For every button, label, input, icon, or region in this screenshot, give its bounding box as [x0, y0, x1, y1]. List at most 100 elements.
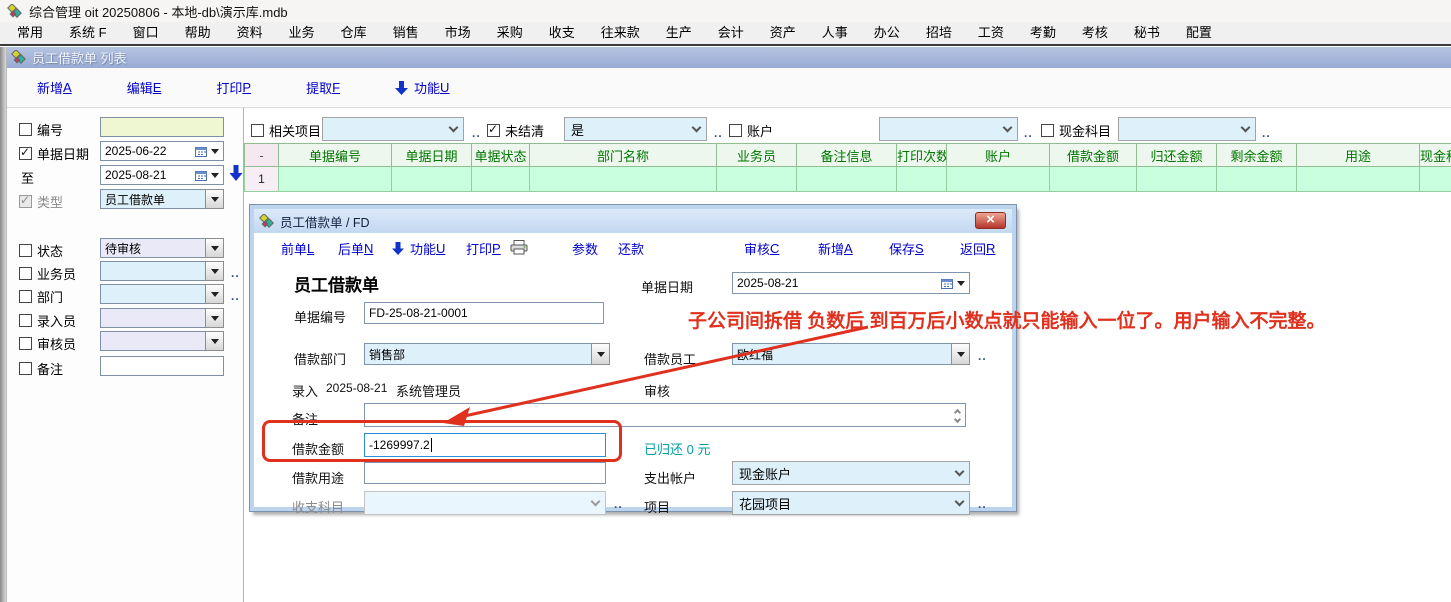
back-button[interactable]: 返回R — [960, 239, 995, 258]
row-number-cell[interactable]: 1 — [245, 167, 279, 192]
related-project-more-button[interactable]: .. — [472, 126, 481, 140]
status-select[interactable]: 待审核 — [100, 238, 206, 258]
borrow-emp-more-button[interactable]: .. — [978, 349, 987, 363]
menu-item[interactable]: 办公 — [861, 22, 913, 44]
apply-filter-arrow-icon[interactable] — [229, 165, 243, 181]
salesman-dropdown-button[interactable] — [206, 261, 224, 281]
table-header-cell[interactable]: 现金科目 — [1420, 144, 1451, 167]
menu-item[interactable]: 配置 — [1173, 22, 1225, 44]
panel-edge-strip[interactable] — [0, 47, 7, 602]
menu-item[interactable]: 往来款 — [588, 22, 653, 44]
table-header-cell[interactable]: 剩余金额 — [1217, 144, 1297, 167]
amount-input[interactable]: -1269997.2 — [364, 433, 606, 457]
dept-dropdown-button[interactable] — [206, 284, 224, 304]
status-checkbox[interactable] — [19, 244, 32, 257]
entry-clerk-dropdown-button[interactable] — [206, 308, 224, 328]
menu-item[interactable]: 帮助 — [172, 22, 224, 44]
add-button[interactable]: 新增A — [37, 78, 72, 97]
entry-clerk-select[interactable] — [100, 308, 206, 328]
menu-item[interactable]: 会计 — [705, 22, 757, 44]
bill-no-input[interactable]: FD-25-08-21-0001 — [364, 302, 604, 324]
borrow-dept-select[interactable]: 销售部 — [364, 343, 610, 365]
borrow-dept-dropdown-button[interactable] — [592, 343, 610, 365]
menu-item[interactable]: 秘书 — [1121, 22, 1173, 44]
salesman-select[interactable] — [100, 261, 206, 281]
table-header-cell[interactable]: 部门名称 — [530, 144, 717, 167]
purpose-input[interactable] — [364, 462, 606, 484]
date-to-input[interactable]: 2025-08-21 — [100, 165, 224, 185]
borrow-emp-dropdown-button[interactable] — [952, 343, 970, 365]
audit-button[interactable]: 审核C — [744, 239, 779, 258]
extract-button[interactable]: 提取F — [306, 78, 340, 97]
function-button[interactable]: 功能U — [395, 78, 449, 97]
table-header-cell[interactable]: 借款金额 — [1050, 144, 1137, 167]
menu-item[interactable]: 业务 — [276, 22, 328, 44]
project-more-button[interactable]: .. — [978, 497, 987, 511]
menu-item[interactable]: 招培 — [913, 22, 965, 44]
date-dropdown-icon[interactable] — [211, 173, 219, 178]
account-checkbox[interactable] — [729, 124, 742, 137]
cash-subject-checkbox[interactable] — [1041, 124, 1054, 137]
table-header-cell[interactable]: 账户 — [947, 144, 1050, 167]
menu-item[interactable]: 系统 F — [56, 22, 120, 44]
menu-item[interactable]: 常用 — [4, 22, 56, 44]
inout-subject-more-button[interactable]: .. — [614, 497, 623, 511]
entry-clerk-checkbox[interactable] — [19, 314, 32, 327]
menu-item[interactable]: 采购 — [484, 22, 536, 44]
date-dropdown-icon[interactable] — [211, 149, 219, 154]
date-from-checkbox[interactable] — [19, 147, 32, 160]
account-select[interactable] — [879, 117, 1018, 141]
cash-subject-more-button[interactable]: .. — [1262, 126, 1271, 140]
dialog-add-button[interactable]: 新增A — [818, 239, 853, 258]
salesman-checkbox[interactable] — [19, 267, 32, 280]
next-record-button[interactable]: 后单N — [338, 239, 373, 258]
date-dropdown-icon[interactable] — [957, 281, 965, 286]
account-more-button[interactable]: .. — [1024, 126, 1033, 140]
type-dropdown-button[interactable] — [206, 189, 224, 209]
table-header-cell[interactable]: - — [245, 144, 279, 167]
unsettled-checkbox[interactable] — [487, 124, 500, 137]
edit-button[interactable]: 编辑E — [127, 78, 162, 97]
remark-input[interactable] — [100, 356, 224, 376]
table-header-cell[interactable]: 归还金额 — [1137, 144, 1217, 167]
menu-item[interactable]: 考核 — [1069, 22, 1121, 44]
menu-item[interactable]: 工资 — [965, 22, 1017, 44]
menu-item[interactable]: 考勤 — [1017, 22, 1069, 44]
related-project-checkbox[interactable] — [251, 124, 264, 137]
no-input[interactable] — [100, 117, 224, 137]
table-header-cell[interactable]: 备注信息 — [797, 144, 897, 167]
date-from-input[interactable]: 2025-06-22 — [100, 141, 224, 161]
no-checkbox[interactable] — [19, 123, 32, 136]
auditor-checkbox[interactable] — [19, 337, 32, 350]
menu-item[interactable]: 资料 — [224, 22, 276, 44]
menu-item[interactable]: 收支 — [536, 22, 588, 44]
dialog-function-button[interactable]: 功能U — [392, 239, 445, 258]
menu-item[interactable]: 人事 — [809, 22, 861, 44]
dept-select[interactable] — [100, 284, 206, 304]
menu-item[interactable]: 窗口 — [120, 22, 172, 44]
save-button[interactable]: 保存S — [889, 239, 924, 258]
salesman-more-button[interactable]: .. — [231, 266, 240, 280]
unsettled-select[interactable]: 是 — [564, 117, 707, 141]
auditor-dropdown-button[interactable] — [206, 331, 224, 351]
dlg-remark-textarea[interactable] — [364, 403, 966, 427]
menu-item[interactable]: 生产 — [653, 22, 705, 44]
dialog-titlebar[interactable]: 员工借款单 / FD — [254, 209, 1012, 233]
unsettled-more-button[interactable]: .. — [714, 126, 723, 140]
borrow-emp-select[interactable]: 欧红福 — [732, 343, 970, 365]
table-header-cell[interactable]: 单据编号 — [279, 144, 392, 167]
table-header-cell[interactable]: 打印次数 — [897, 144, 947, 167]
type-select[interactable]: 员工借款单 — [100, 189, 206, 209]
dept-checkbox[interactable] — [19, 290, 32, 303]
printer-icon[interactable] — [510, 240, 528, 255]
pay-account-select[interactable]: 现金账户 — [732, 461, 970, 485]
auditor-select[interactable] — [100, 331, 206, 351]
prev-record-button[interactable]: 前单L — [281, 239, 314, 258]
bill-date-input[interactable]: 2025-08-21 — [732, 272, 970, 294]
project-select[interactable]: 花园项目 — [732, 491, 970, 515]
menu-item[interactable]: 仓库 — [328, 22, 380, 44]
menu-item[interactable]: 资产 — [757, 22, 809, 44]
status-dropdown-button[interactable] — [206, 238, 224, 258]
table-header-cell[interactable]: 单据日期 — [392, 144, 472, 167]
print-button[interactable]: 打印P — [216, 78, 251, 97]
